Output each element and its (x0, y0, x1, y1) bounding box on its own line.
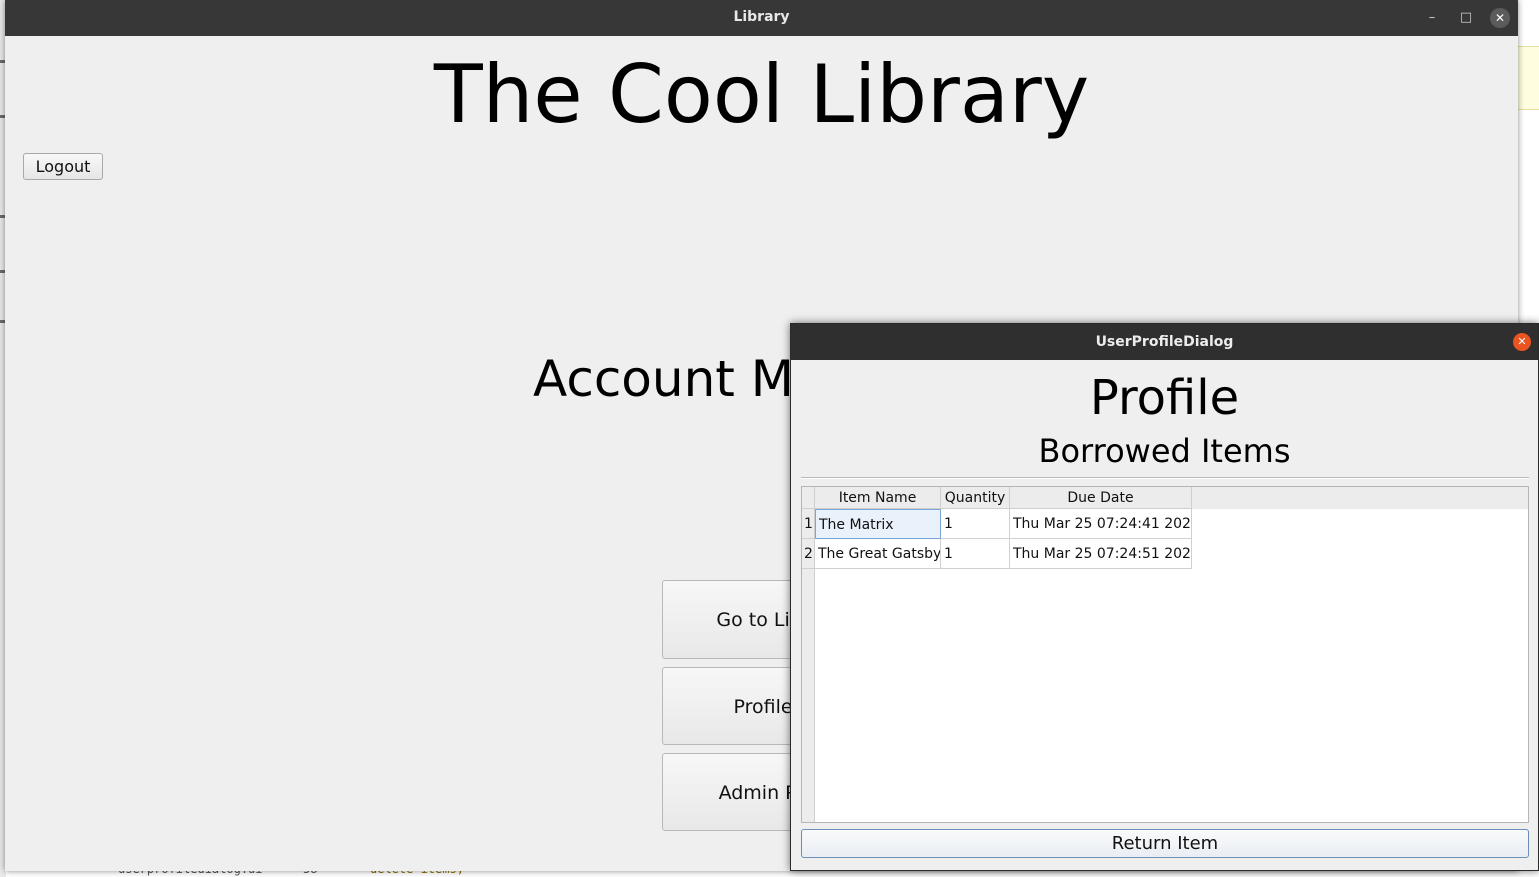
table-corner-button[interactable] (802, 487, 815, 509)
table-cell-item-name[interactable]: The Great Gatsby (815, 539, 941, 569)
column-header-item-name[interactable]: Item Name (815, 487, 941, 509)
column-header-quantity[interactable]: Quantity (941, 487, 1010, 509)
borrowed-items-table[interactable]: Item Name Quantity Due Date 1 The Matrix… (801, 486, 1529, 823)
editor-highlight (1518, 46, 1539, 110)
dialog-title: UserProfileDialog (1095, 334, 1234, 350)
main-titlebar[interactable]: Library – □ ✕ (5, 0, 1518, 36)
maximize-icon[interactable]: □ (1456, 8, 1476, 28)
close-icon[interactable]: ✕ (1490, 8, 1510, 28)
table-cell-due-date[interactable]: Thu Mar 25 07:24:41 2021 (1010, 509, 1192, 539)
table-cell-quantity[interactable]: 1 (941, 509, 1010, 539)
dialog-titlebar[interactable]: UserProfileDialog ✕ (791, 324, 1538, 360)
return-item-button[interactable]: Return Item (801, 829, 1529, 858)
separator-line (801, 477, 1529, 479)
table-cell-quantity[interactable]: 1 (941, 539, 1010, 569)
borrowed-items-heading: Borrowed Items (1038, 432, 1291, 470)
row-header[interactable]: 2 (802, 539, 815, 569)
column-header-due-date[interactable]: Due Date (1010, 487, 1192, 509)
dialog-close-icon[interactable]: ✕ (1513, 333, 1531, 351)
minimize-icon[interactable]: – (1422, 8, 1442, 28)
logout-button[interactable]: Logout (23, 153, 103, 180)
profile-heading: Profile (1089, 370, 1240, 426)
app-heading: The Cool Library (433, 48, 1090, 141)
editor-right-strip (1518, 36, 1539, 326)
account-management-heading: Account Ma (533, 350, 825, 408)
table-cell-due-date[interactable]: Thu Mar 25 07:24:51 2021 (1010, 539, 1192, 569)
user-profile-dialog: UserProfileDialog ✕ Profile Borrowed Ite… (790, 323, 1539, 871)
window-title: Library (733, 9, 790, 25)
row-header[interactable]: 1 (802, 509, 815, 539)
table-cell-item-name[interactable]: The Matrix (815, 509, 941, 539)
